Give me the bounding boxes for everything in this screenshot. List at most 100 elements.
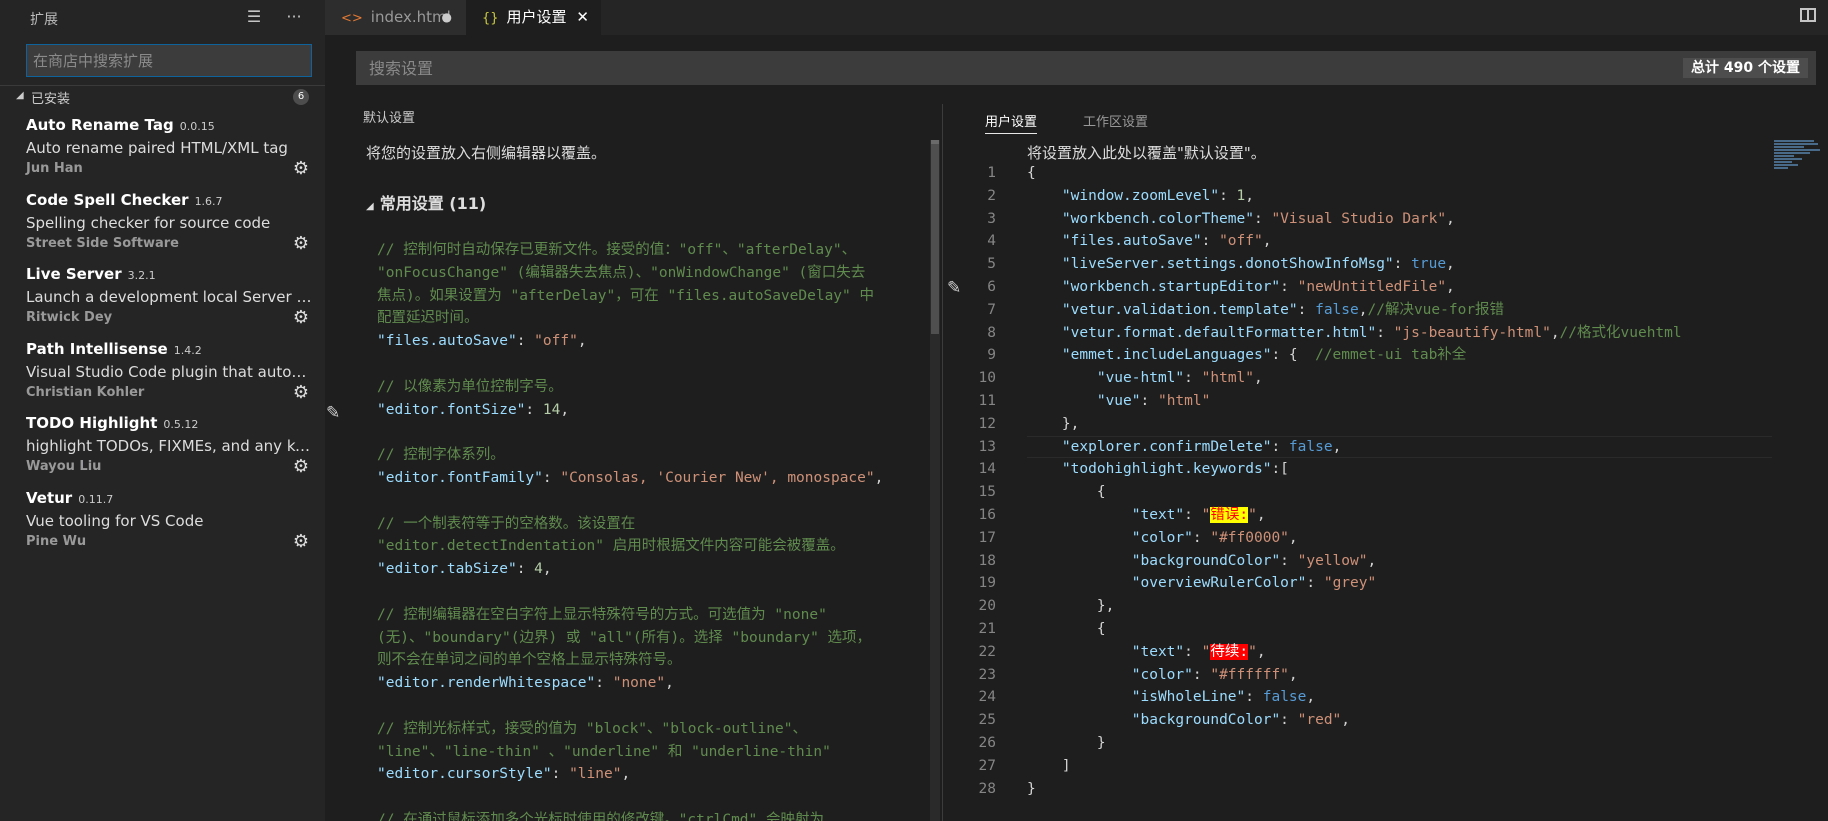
tab-label: index.html <box>370 8 451 26</box>
gear-icon[interactable]: ⚙ <box>293 307 309 328</box>
clear-extensions-icon[interactable]: ☰ <box>243 6 265 28</box>
extension-item[interactable]: Code Spell Checker 1.6.7 Spelling checker … <box>0 191 325 265</box>
code-line: } <box>1027 735 1106 751</box>
close-icon[interactable]: ✕ <box>576 0 589 35</box>
unsaved-dot-icon[interactable]: ● <box>442 0 452 35</box>
edit-pencil-icon[interactable]: ✎ <box>326 403 340 423</box>
code-line: { <box>1027 484 1106 501</box>
gear-icon[interactable]: ⚙ <box>293 158 309 179</box>
sidebar-title: 扩展 <box>30 12 58 28</box>
json-icon: {} <box>482 11 499 26</box>
line-number: 17 <box>978 529 996 546</box>
code-line: "line"、"line-thin" 、"underline" 和 "under… <box>377 743 831 760</box>
common-settings-group[interactable]: ◢ 常用设置 (11) <box>366 190 486 214</box>
code-line: // 在通过鼠标添加多个光标时使用的修改键。"ctrlCmd" 会映射为 <box>377 811 824 821</box>
default-settings-scrollbar[interactable] <box>930 140 940 821</box>
installed-count-badge: 6 <box>293 89 309 105</box>
extension-author: Wayou Liu <box>26 459 102 474</box>
code-line: "isWholeLine": false, <box>1131 689 1316 706</box>
installed-section-header[interactable]: ◢ 已安装 6 <box>0 85 325 107</box>
extension-item[interactable]: Vetur 0.11.7 Vue tooling for VS Code Pine W… <box>0 489 325 563</box>
extension-item[interactable]: TODO Highlight 0.5.12 highlight TODOs, FIX… <box>0 414 325 488</box>
code-line: "files.autoSave": "off", <box>377 333 587 350</box>
default-settings-title: 默认设置 <box>363 111 416 126</box>
gear-icon[interactable]: ⚙ <box>293 382 309 403</box>
tab-index-html[interactable]: <> index.html ● <box>325 0 466 35</box>
extension-item[interactable]: Live Server 3.2.1 Launch a development loc… <box>0 265 325 339</box>
extension-name: Code Spell Checker 1.6.7 <box>26 190 223 209</box>
line-number: 9 <box>987 347 996 364</box>
user-settings-editor[interactable]: 1 {2 "window.zoomLevel": 1, 3 "workbench.c… <box>960 162 1772 821</box>
settings-search-input[interactable] <box>356 51 1556 85</box>
extension-item[interactable]: Auto Rename Tag 0.0.15 Auto rename paired … <box>0 116 325 190</box>
extension-description: highlight TODOs, FIXMEs, and any keyw... <box>26 437 314 455</box>
default-settings-note: 将您的设置放入右侧编辑器以覆盖。 <box>366 144 607 162</box>
code-line: // 控制编辑器在空白字符上显示特殊符号的方式。可选值为 "none" <box>377 606 827 623</box>
extension-version: 1.4.2 <box>173 343 202 357</box>
code-line: "todohighlight.keywords":[ <box>1061 461 1289 478</box>
code-line: "onFocusChange" (编辑器失去焦点)、"onWindowChang… <box>377 264 866 281</box>
scrollbar-thumb[interactable] <box>931 144 939 334</box>
line-number: 25 <box>978 712 996 729</box>
group-label: 常用设置 (11) <box>379 194 487 213</box>
line-number: 28 <box>978 780 996 797</box>
tab-user-settings-scope[interactable]: 用户设置 <box>985 111 1038 134</box>
extension-search-input[interactable] <box>26 44 312 77</box>
code-line: "workbench.startupEditor": "newUntitledF… <box>1061 279 1455 295</box>
line-number: 14 <box>978 461 996 478</box>
code-line: "files.autoSave": "off", <box>1061 233 1272 250</box>
more-actions-icon[interactable]: ··· <box>283 6 305 28</box>
tab-user-settings[interactable]: {} 用户设置 ✕ <box>466 0 601 35</box>
extension-version: 0.5.12 <box>163 418 199 431</box>
extension-description: Visual Studio Code plugin that autocom..… <box>26 362 314 381</box>
pane-divider[interactable] <box>942 104 943 821</box>
code-line: "vue-html": "html", <box>1096 370 1263 387</box>
line-number: 6 <box>987 279 996 295</box>
line-number: 11 <box>978 393 996 409</box>
line-number: 27 <box>978 757 996 774</box>
code-line: "editor.renderWhitespace": "none", <box>377 675 674 692</box>
line-number: 4 <box>987 233 996 250</box>
code-line: (无)、"boundary"(边界) 或 "all"(所有)。选择 "bound… <box>377 629 872 646</box>
gear-icon[interactable]: ⚙ <box>293 456 309 477</box>
line-number: 23 <box>978 666 996 683</box>
line-number: 24 <box>978 689 996 706</box>
code-line: { <box>1027 621 1106 637</box>
line-number: 7 <box>987 301 996 318</box>
code-line: // 控制何时自动保存已更新文件。接受的值："off"、"afterDelay"… <box>377 242 857 258</box>
default-settings-editor[interactable]: // 控制何时自动保存已更新文件。接受的值："off"、"afterDelay"… <box>377 239 922 821</box>
line-number: 10 <box>978 370 996 387</box>
code-line: // 以像素为单位控制字号。 <box>377 378 563 395</box>
extension-description: Auto rename paired HTML/XML tag <box>26 139 288 157</box>
extension-item[interactable]: Path Intellisense 1.4.2 Visual Studio Code… <box>0 340 325 414</box>
code-line: "editor.cursorStyle": "line", <box>377 766 631 783</box>
extension-name: Vetur 0.11.7 <box>26 488 114 507</box>
code-line: "overviewRulerColor": "grey" <box>1131 575 1377 592</box>
line-number: 1 <box>987 165 996 181</box>
gear-icon[interactable]: ⚙ <box>293 233 309 254</box>
line-number: 20 <box>978 598 996 615</box>
gear-icon[interactable]: ⚙ <box>293 531 309 552</box>
line-number: 26 <box>978 735 996 751</box>
code-line: ] <box>1027 757 1071 774</box>
minimap[interactable] <box>1774 140 1820 200</box>
code-line: "color": "#ffffff", <box>1131 666 1298 683</box>
code-line: "explorer.confirmDelete": false, <box>1061 438 1342 455</box>
line-number: 18 <box>978 552 996 569</box>
code-line: "text": "待续:", <box>1131 643 1266 660</box>
editor-tabs: <> index.html ● {} 用户设置 ✕ <box>325 0 1828 35</box>
code-line: "editor.detectIndentation" 启用时根据文件内容可能会被… <box>377 538 845 555</box>
installed-label: 已安装 <box>31 92 71 107</box>
split-editor-icon[interactable] <box>1800 8 1816 22</box>
code-line: "editor.tabSize": 4, <box>377 561 552 578</box>
tab-label: 用户设置 <box>506 8 567 26</box>
code-line: "window.zoomLevel": 1, <box>1061 187 1254 204</box>
tab-workspace-settings-scope[interactable]: 工作区设置 <box>1083 111 1148 130</box>
extension-name: Auto Rename Tag 0.0.15 <box>26 116 215 134</box>
code-line: // 一个制表符等于的空格数。该设置在 <box>377 515 636 532</box>
extension-name: Live Server 3.2.1 <box>26 265 156 283</box>
extension-author: Pine Wu <box>26 533 87 549</box>
